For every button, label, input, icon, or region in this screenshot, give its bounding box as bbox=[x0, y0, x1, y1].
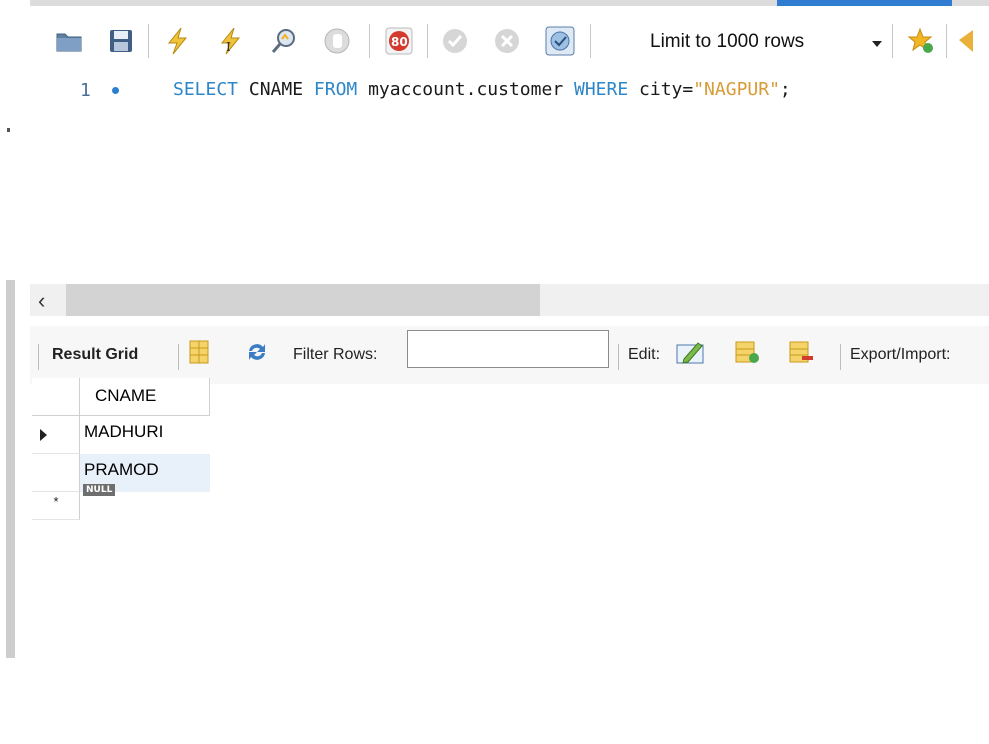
new-row-header[interactable]: * bbox=[32, 492, 80, 520]
sql-editor[interactable]: 1 SELECT CNAME FROM myaccount.customer W… bbox=[30, 70, 989, 278]
bookmark-icon[interactable] bbox=[955, 26, 975, 56]
row-header[interactable] bbox=[32, 454, 80, 492]
filter-rows-input[interactable] bbox=[407, 330, 609, 368]
result-grid-tab[interactable]: Result Grid bbox=[52, 346, 138, 364]
scrollbar-thumb[interactable] bbox=[66, 284, 540, 316]
column-header-cname[interactable]: CNAME bbox=[80, 378, 210, 416]
code-text: CNAME bbox=[238, 79, 314, 100]
commit-icon[interactable] bbox=[440, 26, 470, 56]
autocommit-icon[interactable] bbox=[545, 26, 575, 56]
export-import-label: Export/Import: bbox=[850, 346, 951, 363]
edit-cell-icon[interactable] bbox=[676, 339, 706, 365]
code-keyword: FROM bbox=[313, 79, 358, 100]
svg-text:I: I bbox=[226, 40, 231, 54]
form-editor-icon[interactable] bbox=[186, 339, 212, 365]
result-toolbar: Result Grid Filter Rows: Edit: Export/Im… bbox=[30, 326, 989, 384]
code-keyword: WHERE bbox=[574, 79, 629, 100]
code-string: "NAGPUR" bbox=[693, 79, 780, 100]
stop-icon[interactable] bbox=[322, 26, 352, 56]
execute-icon[interactable] bbox=[163, 26, 193, 56]
horizontal-scrollbar[interactable]: ‹ bbox=[30, 284, 989, 316]
sql-code-line[interactable]: SELECT CNAME FROM myaccount.customer WHE… bbox=[173, 79, 791, 100]
new-row-icon: * bbox=[53, 494, 59, 509]
chevron-down-icon[interactable] bbox=[872, 41, 882, 47]
toggle-error-icon[interactable]: 80 bbox=[384, 26, 414, 56]
active-tab-indicator bbox=[777, 0, 952, 6]
vertical-scrollbar[interactable] bbox=[6, 280, 15, 658]
limit-rows-select[interactable]: Limit to 1000 rows bbox=[650, 31, 804, 53]
save-icon[interactable] bbox=[106, 26, 136, 56]
null-badge: NULL bbox=[83, 484, 116, 496]
line-number: 1 bbox=[80, 80, 91, 101]
explain-icon[interactable] bbox=[270, 26, 300, 56]
delete-row-icon[interactable] bbox=[788, 339, 814, 365]
query-toolbar: I 80 Limit to 1000 rows bbox=[30, 14, 989, 70]
table-cell[interactable]: MADHURI bbox=[80, 416, 210, 454]
svg-text:80: 80 bbox=[391, 35, 408, 49]
panel-mark bbox=[7, 128, 10, 132]
code-text: ; bbox=[779, 79, 791, 100]
favorite-add-icon[interactable] bbox=[906, 26, 936, 56]
grid-corner[interactable] bbox=[32, 378, 80, 416]
code-keyword: SELECT bbox=[173, 79, 239, 100]
filter-rows-label: Filter Rows: bbox=[293, 346, 378, 363]
add-row-icon[interactable] bbox=[734, 339, 760, 365]
execute-current-icon[interactable]: I bbox=[216, 26, 246, 56]
code-text: city= bbox=[628, 79, 694, 100]
edit-label: Edit: bbox=[628, 346, 661, 363]
code-text: myaccount.customer bbox=[357, 79, 574, 100]
open-folder-icon[interactable] bbox=[54, 26, 84, 56]
rollback-icon[interactable] bbox=[492, 26, 522, 56]
current-row-icon bbox=[40, 429, 47, 441]
statement-marker-icon bbox=[112, 87, 119, 94]
row-header[interactable] bbox=[32, 416, 80, 454]
scroll-left-icon[interactable]: ‹ bbox=[38, 288, 45, 314]
refresh-icon[interactable] bbox=[244, 339, 270, 365]
